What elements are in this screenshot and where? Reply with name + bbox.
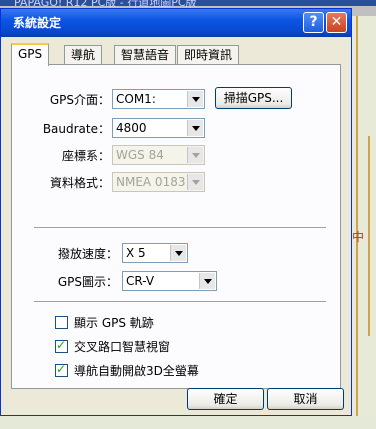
data-format-label: 資料格式： — [49, 176, 110, 190]
auto-3d-fullscreen-label[interactable]: 導航自動開啟3D全螢幕 — [74, 362, 199, 379]
scan-gps-button[interactable]: 掃描GPS... — [215, 87, 292, 109]
cancel-button[interactable]: 取消 — [267, 388, 344, 410]
baudrate-label: Baudrate： — [42, 122, 110, 136]
gps-interface-value: COM1: — [116, 92, 156, 106]
chevron-down-icon[interactable] — [199, 273, 215, 289]
gps-tab-panel: GPS介面： COM1: 掃描GPS... Baudrate： 4800 座標系… — [11, 64, 341, 389]
dialog-title-bar[interactable]: 系統設定 ? ✕ — [1, 9, 351, 37]
show-gps-track-checkbox[interactable] — [55, 316, 68, 329]
tab-smart-voice[interactable]: 智慧語音 — [114, 45, 177, 64]
chevron-down-icon[interactable] — [170, 245, 186, 261]
gps-icon-value: CR-V — [126, 274, 155, 288]
gps-interface-select[interactable]: COM1: — [112, 89, 205, 109]
help-icon: ? — [309, 14, 318, 30]
data-format-select: NMEA 0183 — [112, 172, 205, 192]
playback-speed-value: X 5 — [126, 246, 146, 260]
chevron-down-icon — [187, 174, 203, 190]
tab-gps[interactable]: GPS — [11, 43, 50, 66]
auto-3d-fullscreen-checkbox[interactable] — [55, 362, 68, 377]
coordinate-system-value: WGS 84 — [116, 148, 164, 162]
gps-icon-label: GPS圖示： — [57, 275, 118, 289]
playback-speed-label: 撥放速度： — [57, 247, 118, 261]
close-button[interactable]: ✕ — [326, 12, 347, 33]
playback-speed-select[interactable]: X 5 — [122, 243, 188, 263]
coordinate-system-select: WGS 84 — [112, 145, 205, 165]
baudrate-value: 4800 — [116, 121, 147, 135]
background-map-bottom — [0, 416, 376, 429]
chevron-down-icon[interactable] — [187, 120, 203, 136]
chevron-down-icon — [187, 147, 203, 163]
background-map: 中 — [350, 16, 376, 429]
coordinate-system-label: 座標系： — [61, 149, 110, 163]
separator — [34, 301, 326, 303]
dialog-title: 系統設定 — [13, 16, 62, 30]
settings-dialog: 系統設定 ? ✕ GPS 導航 智慧語音 即時資訊 GPS介面： COM1: 掃… — [0, 8, 352, 416]
background-title-bar: PAPAGO! R12 PC版 - 行道地圖PC版 — [0, 0, 376, 9]
tab-realtime-info[interactable]: 即時資訊 — [177, 45, 240, 64]
gps-icon-select[interactable]: CR-V — [122, 271, 217, 291]
map-label: 中 — [352, 230, 365, 244]
chevron-down-icon[interactable] — [187, 91, 203, 107]
baudrate-select[interactable]: 4800 — [112, 118, 205, 138]
intersection-window-label[interactable]: 交叉路口智慧視窗 — [74, 338, 170, 355]
intersection-window-checkbox[interactable] — [55, 338, 68, 353]
separator — [34, 227, 326, 229]
data-format-value: NMEA 0183 — [116, 175, 186, 189]
gps-interface-label: GPS介面： — [49, 93, 110, 107]
help-button[interactable]: ? — [303, 12, 324, 33]
show-gps-track-label[interactable]: 顯示 GPS 軌跡 — [74, 314, 154, 331]
close-icon: ✕ — [330, 14, 343, 30]
tab-navigation[interactable]: 導航 — [64, 45, 103, 64]
ok-button[interactable]: 確定 — [187, 388, 264, 410]
